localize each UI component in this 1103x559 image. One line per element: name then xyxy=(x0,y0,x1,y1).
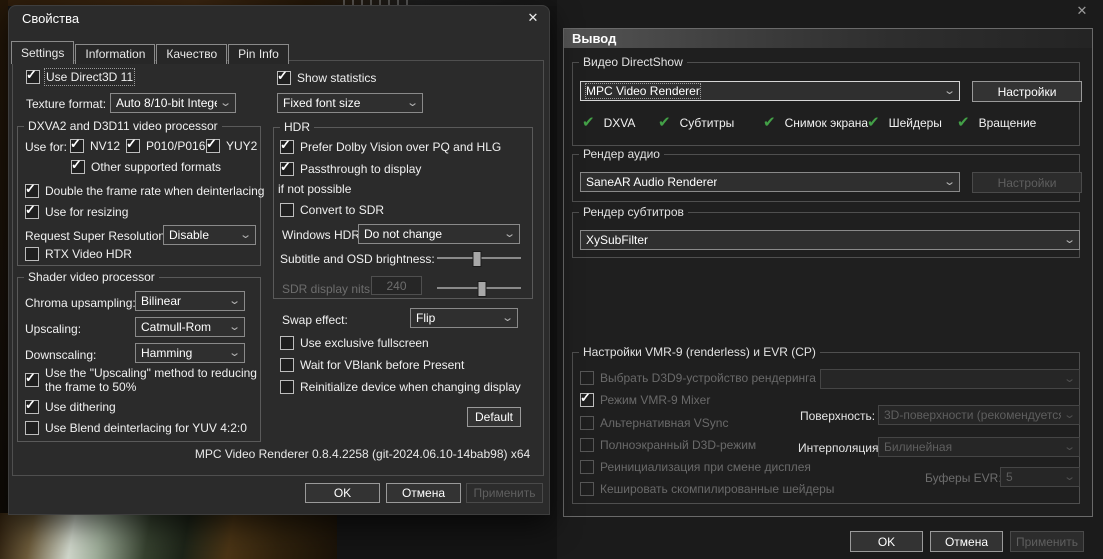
cancel-button[interactable]: Отмена xyxy=(930,531,1003,552)
capability-label: DXVA xyxy=(604,116,636,130)
output-panel-header xyxy=(564,29,1092,48)
chevron-down-icon: ⌄ xyxy=(1063,410,1076,420)
checkbox-vmr9-mixer: Режим VMR-9 Mixer xyxy=(580,393,710,407)
checkbox-icon xyxy=(580,371,594,385)
interpolation-select: Билинейная ⌄ xyxy=(878,437,1080,457)
ok-button[interactable]: OK xyxy=(850,531,923,552)
selected-value: SaneAR Audio Renderer xyxy=(586,175,717,189)
video-renderer-select[interactable]: MPC Video Renderer ⌄ xyxy=(580,81,960,101)
capability-dxva: ✔ DXVA xyxy=(582,116,635,130)
close-icon[interactable]: ✕ xyxy=(520,6,546,30)
cancel-button[interactable]: Отмена xyxy=(386,483,461,503)
checkbox-label: Альтернативная VSync xyxy=(600,416,728,430)
tab-information[interactable]: Information xyxy=(75,44,155,64)
selected-value: 5 xyxy=(1006,470,1013,484)
video-renderer-settings-button[interactable]: Настройки xyxy=(972,81,1082,102)
tab-page-frame xyxy=(12,60,544,476)
checkbox-icon xyxy=(580,393,594,407)
interpolation-label: Интерполяция: xyxy=(798,441,882,455)
group-vmr9-evr-label: Настройки VMR-9 (renderless) и EVR (CP) xyxy=(579,345,820,359)
capability-label: Шейдеры xyxy=(889,116,942,130)
audio-renderer-select[interactable]: SaneAR Audio Renderer ⌄ xyxy=(580,172,960,192)
green-check-icon: ✔ xyxy=(957,116,970,130)
ok-button[interactable]: OK xyxy=(305,483,380,503)
capability-label: Субтитры xyxy=(680,116,735,130)
checkbox-label: Режим VMR-9 Mixer xyxy=(600,393,710,407)
checkbox-d3d9-device: Выбрать D3D9-устройство рендеринга xyxy=(580,371,816,385)
checkbox-label: Полноэкранный D3D-режим xyxy=(600,438,756,452)
selected-value: XySubFilter xyxy=(586,233,648,247)
tab-quality[interactable]: Качество xyxy=(156,44,227,64)
evr-buffers-label: Буферы EVR: xyxy=(925,471,1002,485)
checkbox-icon xyxy=(580,460,594,474)
audio-renderer-settings-button: Настройки xyxy=(972,172,1082,193)
checkbox-label: Выбрать D3D9-устройство рендеринга xyxy=(600,371,816,385)
subtitle-renderer-select[interactable]: XySubFilter ⌄ xyxy=(580,230,1080,250)
surface-label: Поверхность: xyxy=(800,409,875,423)
chevron-down-icon: ⌄ xyxy=(1063,472,1076,482)
checkbox-icon xyxy=(580,438,594,452)
group-audio-renderer-label: Рендер аудио xyxy=(579,147,664,161)
group-subtitle-renderer-label: Рендер субтитров xyxy=(579,205,688,219)
green-check-icon: ✔ xyxy=(867,116,880,130)
chevron-down-icon: ⌄ xyxy=(1063,235,1076,245)
tab-pin-info[interactable]: Pin Info xyxy=(228,44,289,64)
capability-screenshot: ✔ Снимок экрана xyxy=(763,116,868,130)
capability-label: Вращение xyxy=(979,116,1037,130)
d3d9-device-select: ⌄ xyxy=(820,369,1080,389)
capability-shaders: ✔ Шейдеры xyxy=(867,116,942,130)
checkbox-label: Кешировать скомпилированные шейдеры xyxy=(600,482,834,496)
selected-value: 3D-поверхности (рекомендуется xyxy=(884,408,1061,422)
chevron-down-icon: ⌄ xyxy=(1063,374,1076,384)
checkbox-reinit-on-display-change: Реинициализация при смене дисплея xyxy=(580,460,811,474)
green-check-icon: ✔ xyxy=(763,116,776,130)
selected-value: MPC Video Renderer xyxy=(586,84,700,98)
screen: ✕ Вывод Видео DirectShow MPC Video Rende… xyxy=(0,0,1103,559)
capability-subtitles: ✔ Субтитры xyxy=(658,116,734,130)
surface-select: 3D-поверхности (рекомендуется ⌄ xyxy=(878,405,1080,425)
capability-rotation: ✔ Вращение xyxy=(957,116,1036,130)
background-video-edge xyxy=(0,0,8,513)
group-video-directshow: Видео DirectShow xyxy=(572,62,1080,146)
evr-buffers-select: 5 ⌄ xyxy=(1000,467,1080,487)
apply-button: Применить xyxy=(1010,531,1084,552)
checkbox-fullscreen-d3d: Полноэкранный D3D-режим xyxy=(580,438,756,452)
chevron-down-icon: ⌄ xyxy=(943,86,956,96)
checkbox-icon xyxy=(580,416,594,430)
chevron-down-icon: ⌄ xyxy=(1063,442,1076,452)
apply-button: Применить xyxy=(466,483,543,503)
checkbox-label: Реинициализация при смене дисплея xyxy=(600,460,811,474)
tab-settings[interactable]: Settings xyxy=(11,41,74,64)
close-icon[interactable]: ✕ xyxy=(1068,0,1096,22)
checkbox-alternative-vsync: Альтернативная VSync xyxy=(580,416,728,430)
selected-value: Билинейная xyxy=(884,440,952,454)
checkbox-icon xyxy=(580,482,594,496)
checkbox-cache-shaders: Кешировать скомпилированные шейдеры xyxy=(580,482,834,496)
tab-strip: Settings Information Качество Pin Info xyxy=(11,41,290,64)
background-video-frame xyxy=(0,513,337,559)
chevron-down-icon: ⌄ xyxy=(943,177,956,187)
green-check-icon: ✔ xyxy=(658,116,671,130)
capability-label: Снимок экрана xyxy=(785,116,869,130)
output-panel-title: Вывод xyxy=(572,31,616,46)
dialog-title: Свойства xyxy=(22,11,79,26)
group-video-directshow-label: Видео DirectShow xyxy=(579,55,687,69)
green-check-icon: ✔ xyxy=(582,116,595,130)
